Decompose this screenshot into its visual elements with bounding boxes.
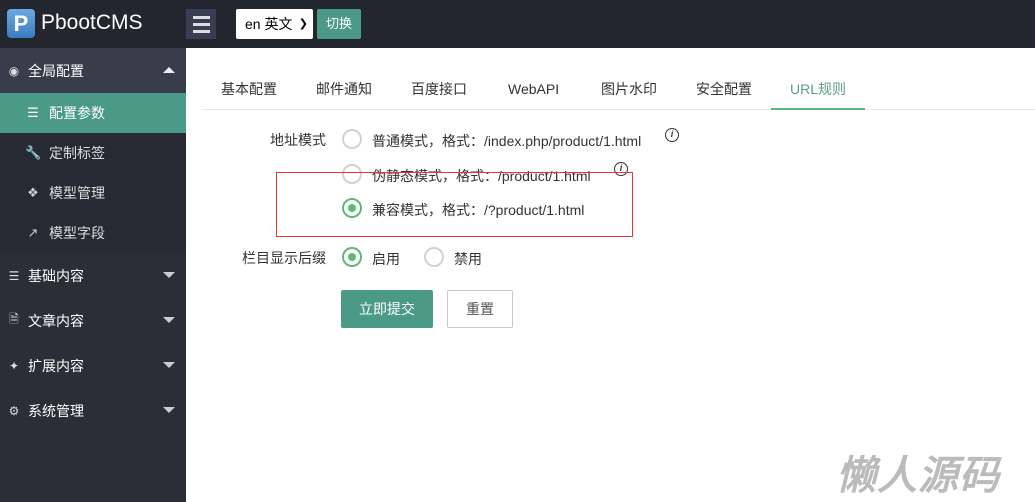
- sidebar: ◉ 全局配置 ☰ 配置参数 🔧 定制标签 ❖ 模型管理 ↗ 模型字段 ☰ 基础内容 🗎 文章内…: [0, 48, 186, 502]
- brand-name: PbootCMS: [41, 11, 143, 34]
- highlight-box: [276, 172, 633, 237]
- info-icon[interactable]: i: [665, 128, 679, 142]
- suffix-option-label: 启用: [372, 251, 400, 267]
- tab-email[interactable]: 邮件通知: [297, 70, 391, 110]
- file-icon: 🗎: [9, 312, 19, 326]
- sidebar-group-global-config[interactable]: ◉ 全局配置: [0, 48, 186, 93]
- language-select[interactable]: en 英文 ❯: [236, 9, 313, 39]
- tab-baidu[interactable]: 百度接口: [392, 70, 486, 110]
- url-mode-radio-normal[interactable]: [342, 129, 362, 149]
- sidebar-group-basic-content[interactable]: ☰ 基础内容: [0, 253, 186, 298]
- sidebar-item-model-manage[interactable]: ❖ 模型管理: [0, 173, 186, 213]
- tab-security[interactable]: 安全配置: [677, 70, 771, 110]
- sidebar-item-label: 模型字段: [49, 225, 105, 241]
- config-tabs: 基本配置 邮件通知 百度接口 WebAPI 图片水印 安全配置 URL规则: [202, 70, 1035, 110]
- external-link-icon: ↗: [27, 225, 39, 240]
- sidebar-group-label: 系统管理: [28, 402, 84, 419]
- suffix-label: 栏目显示后缀: [242, 250, 326, 266]
- sidebar-group-label: 全局配置: [28, 62, 84, 79]
- caret-down-icon: [163, 272, 175, 278]
- sidebar-item-label: 模型管理: [49, 185, 105, 201]
- sidebar-group-label: 扩展内容: [28, 357, 84, 374]
- sliders-icon: ☰: [8, 268, 20, 283]
- reset-button[interactable]: 重置: [447, 290, 513, 328]
- submit-button[interactable]: 立即提交: [341, 290, 433, 328]
- gear-icon: ⚙: [8, 403, 20, 418]
- hamburger-icon: [192, 15, 210, 19]
- sidebar-item-custom-tags[interactable]: 🔧 定制标签: [0, 133, 186, 173]
- tab-url-rules[interactable]: URL规则: [771, 70, 866, 110]
- wrench-icon: 🔧: [25, 145, 42, 160]
- sliders-icon: ☰: [27, 105, 39, 120]
- watermark: 懒人源码: [836, 454, 1000, 498]
- tab-watermark[interactable]: 图片水印: [582, 70, 676, 110]
- sidebar-item-config-params[interactable]: ☰ 配置参数: [0, 93, 186, 133]
- switch-language-button[interactable]: 切换: [317, 9, 361, 39]
- hamburger-line: [192, 22, 210, 26]
- suffix-radio-enable[interactable]: [342, 247, 362, 267]
- sidebar-item-label: 定制标签: [49, 145, 105, 161]
- suffix-radio-disable[interactable]: [424, 247, 444, 267]
- tab-basic[interactable]: 基本配置: [202, 70, 296, 110]
- language-select-value: en 英文: [245, 16, 293, 32]
- caret-down-icon: [163, 407, 175, 413]
- suffix-option-label: 禁用: [454, 251, 482, 267]
- caret-up-icon: [163, 67, 175, 73]
- chevron-down-icon: ❯: [298, 18, 308, 30]
- sidebar-group-extension-content[interactable]: ✦ 扩展内容: [0, 343, 186, 388]
- top-header: P PbootCMS en 英文 ❯ 切换: [0, 0, 1035, 48]
- sidebar-group-system-manage[interactable]: ⚙ 系统管理: [0, 388, 186, 433]
- url-mode-option-label: 普通模式，格式：/index.php/product/1.html: [372, 133, 642, 149]
- tab-webapi[interactable]: WebAPI: [489, 70, 578, 110]
- cube-icon: ❖: [27, 185, 39, 200]
- sidebar-item-model-fields[interactable]: ↗ 模型字段: [0, 213, 186, 253]
- puzzle-icon: ✦: [8, 358, 20, 373]
- sidebar-item-label: 配置参数: [49, 105, 105, 121]
- sidebar-group-label: 文章内容: [28, 312, 84, 329]
- logo-icon: P: [7, 9, 35, 38]
- sidebar-group-label: 基础内容: [28, 267, 84, 284]
- globe-icon: ◉: [8, 63, 20, 78]
- sidebar-group-article-content[interactable]: 🗎 文章内容: [0, 298, 186, 343]
- caret-down-icon: [163, 362, 175, 368]
- url-mode-label: 地址模式: [270, 132, 326, 148]
- caret-down-icon: [163, 317, 175, 323]
- menu-toggle-button[interactable]: [186, 9, 216, 39]
- hamburger-line: [192, 29, 210, 33]
